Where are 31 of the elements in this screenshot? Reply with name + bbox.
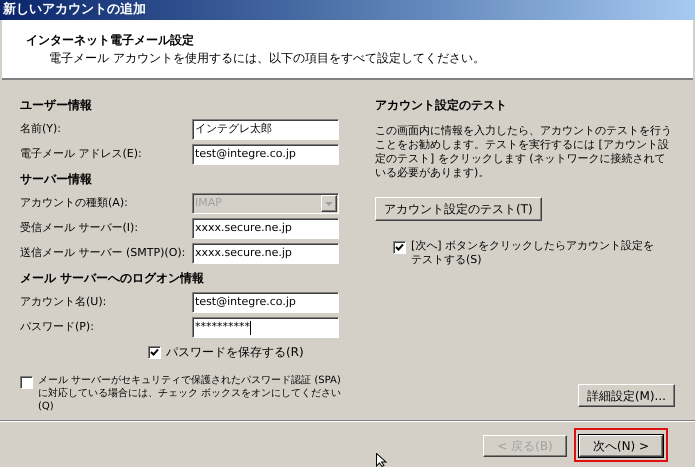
section-heading: メール サーバーへのログオン情報 [20, 270, 206, 287]
checkbox[interactable] [20, 376, 33, 389]
wizard-button[interactable]: 次へ(N) > [579, 434, 663, 456]
field-label: 送信メール サーバー (SMTP)(O): [20, 245, 186, 262]
mouse-cursor-icon [376, 453, 388, 467]
field-label: 受信メール サーバー(I): [20, 220, 140, 236]
section-heading: アカウント設定のテスト [375, 97, 508, 114]
password-field[interactable]: ********** [192, 317, 339, 338]
input-field[interactable]: xxxx.secure.ne.jp [192, 218, 339, 239]
header-title: インターネット電子メール設定 [26, 32, 195, 49]
test-account-button[interactable]: アカウント設定のテスト(T) [375, 197, 542, 221]
field-label: 名前(Y): [20, 121, 62, 138]
test-description: この画面内に情報を入力したら、アカウントのテストを行うことをお勧めします。テストを実行するには [アカウント設定のテスト] をクリックします (ネットワークに接続されている必要があります)。 [375, 124, 673, 180]
field-label: パスワード(P): [20, 319, 95, 336]
window-title: 新しいアカウントの追加 [0, 0, 695, 20]
field-label: アカウントの種類(A): [20, 195, 129, 212]
checkbox-label: メール サーバーがセキュリティで保護されたパスワード認証 (SPA) に対応している場合には、チェック ボックスをオンにしてください(Q) [38, 374, 342, 413]
input-field[interactable]: xxxx.secure.ne.jp [192, 243, 339, 264]
checkbox-label: [次へ] ボタンをクリックしたらアカウント設定をテストする(S) [411, 239, 656, 267]
checkbox-label: パスワードを保存する(R) [166, 344, 304, 361]
checkbox[interactable] [393, 241, 406, 254]
checkbox[interactable] [148, 346, 161, 358]
header-subtitle: 電子メール アカウントを使用するには、以下の項目をすべて設定してください。 [48, 50, 486, 67]
input-field[interactable]: test@integre.co.jp [192, 292, 339, 313]
input-field[interactable]: インテグレ太郎 [192, 119, 339, 140]
field-label: アカウント名(U): [20, 294, 108, 310]
section-heading: ユーザー情報 [20, 97, 93, 114]
input-field[interactable]: test@integre.co.jp [192, 144, 339, 165]
section-heading: サーバー情報 [20, 171, 93, 188]
more-settings-button[interactable]: 詳細設定(M)... [578, 384, 675, 407]
field-label: 電子メール アドレス(E): [20, 146, 143, 162]
